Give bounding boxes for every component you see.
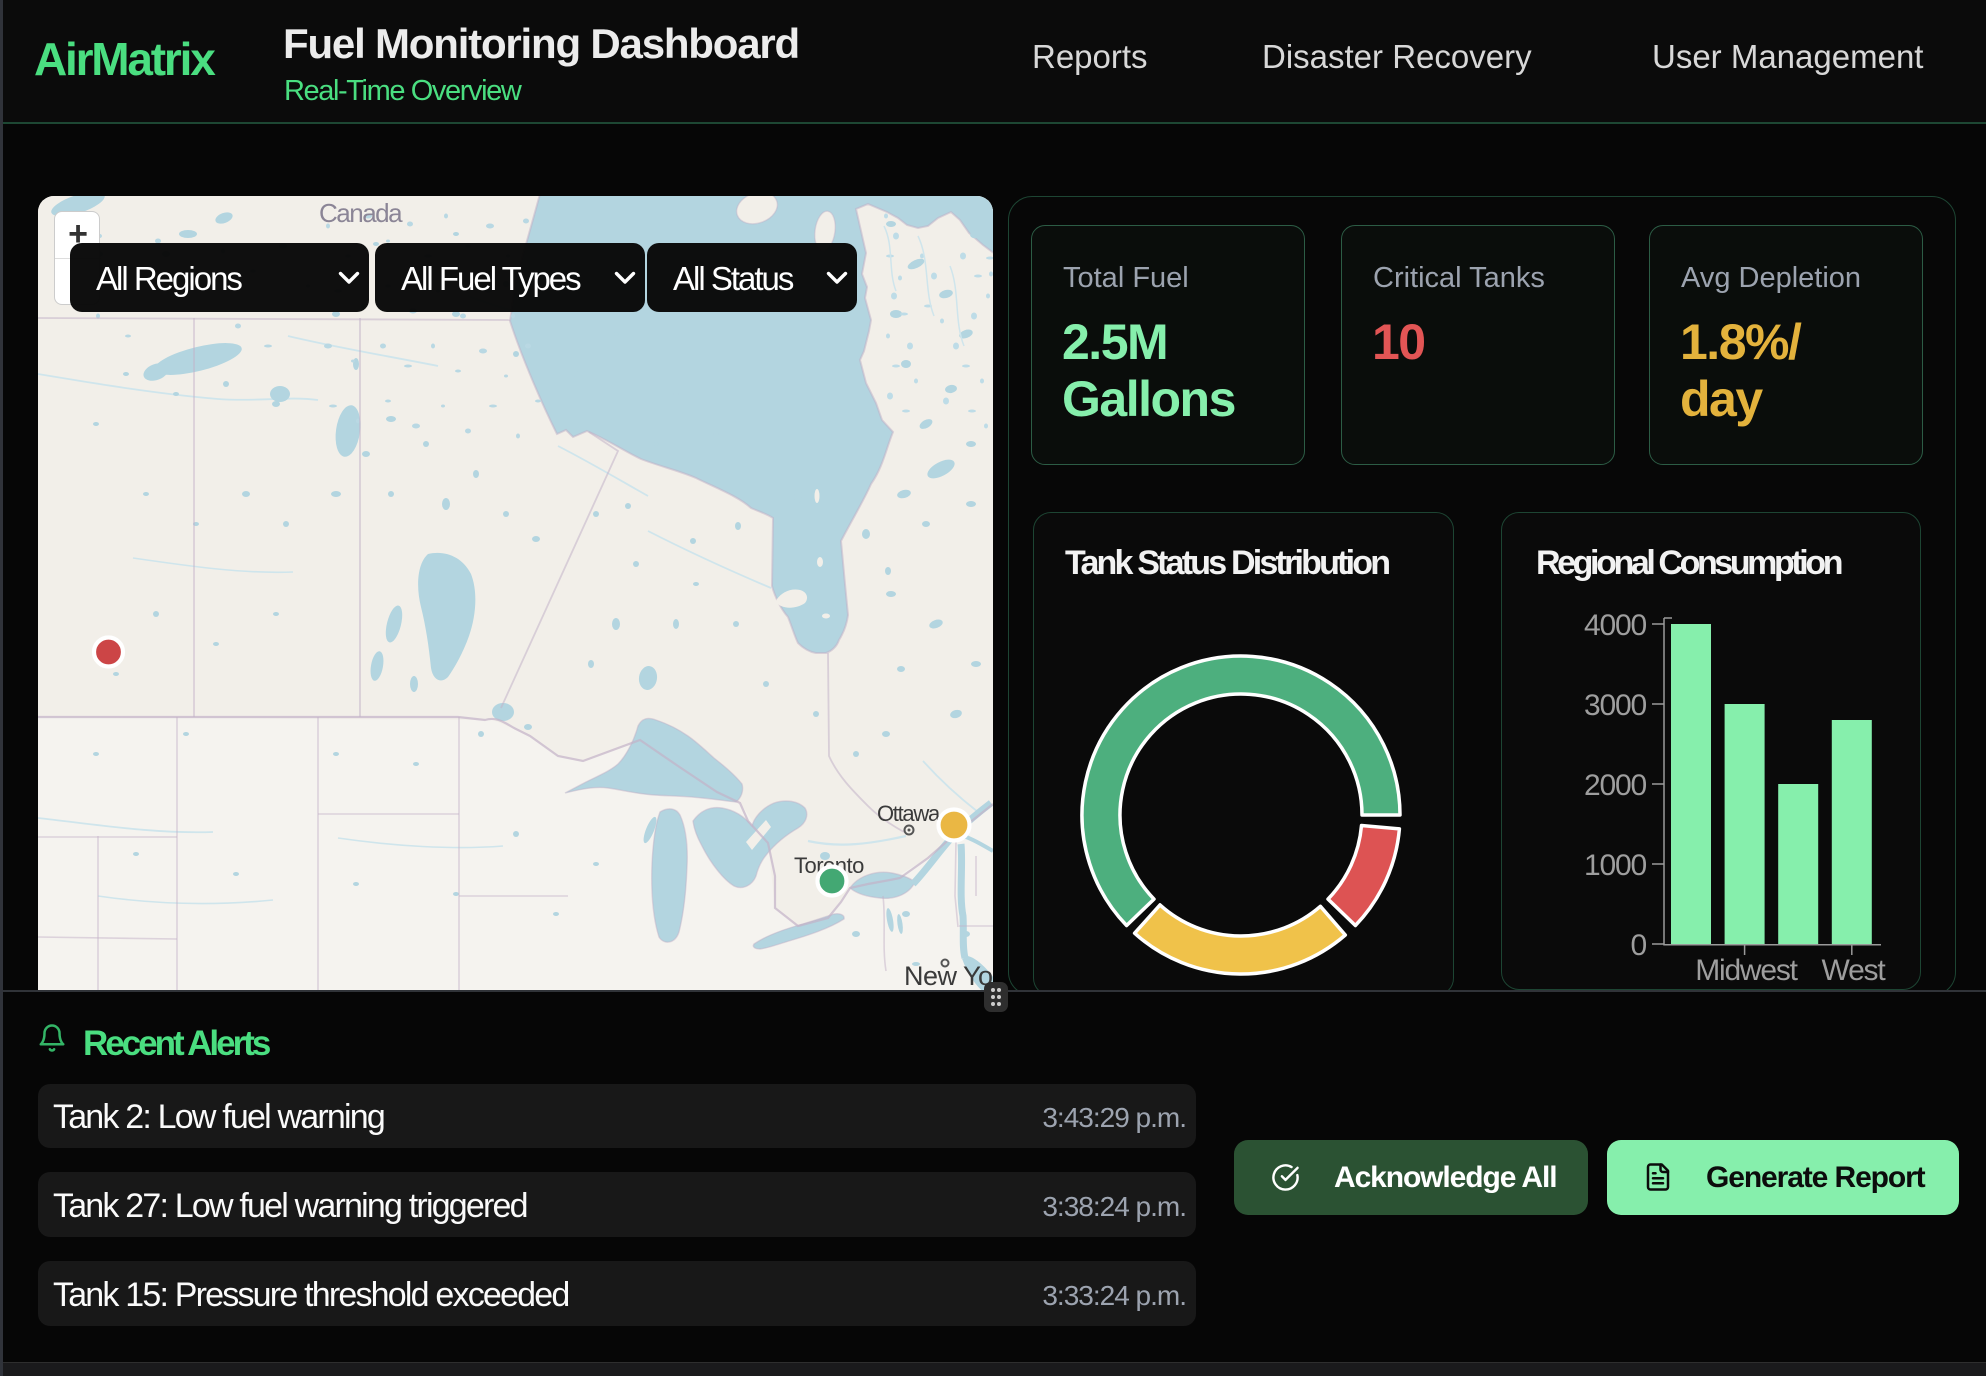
svg-text:Canada: Canada xyxy=(319,198,403,228)
svg-text:0: 0 xyxy=(1631,929,1647,962)
svg-text:2000: 2000 xyxy=(1584,769,1646,802)
svg-text:Ottawa: Ottawa xyxy=(877,801,941,826)
svg-text:1000: 1000 xyxy=(1584,849,1646,882)
svg-text:3000: 3000 xyxy=(1584,689,1646,722)
svg-text:New York: New York xyxy=(904,961,993,990)
svg-text:4000: 4000 xyxy=(1584,609,1646,642)
svg-text:West: West xyxy=(1822,954,1887,987)
svg-text:Midwest: Midwest xyxy=(1695,954,1798,987)
